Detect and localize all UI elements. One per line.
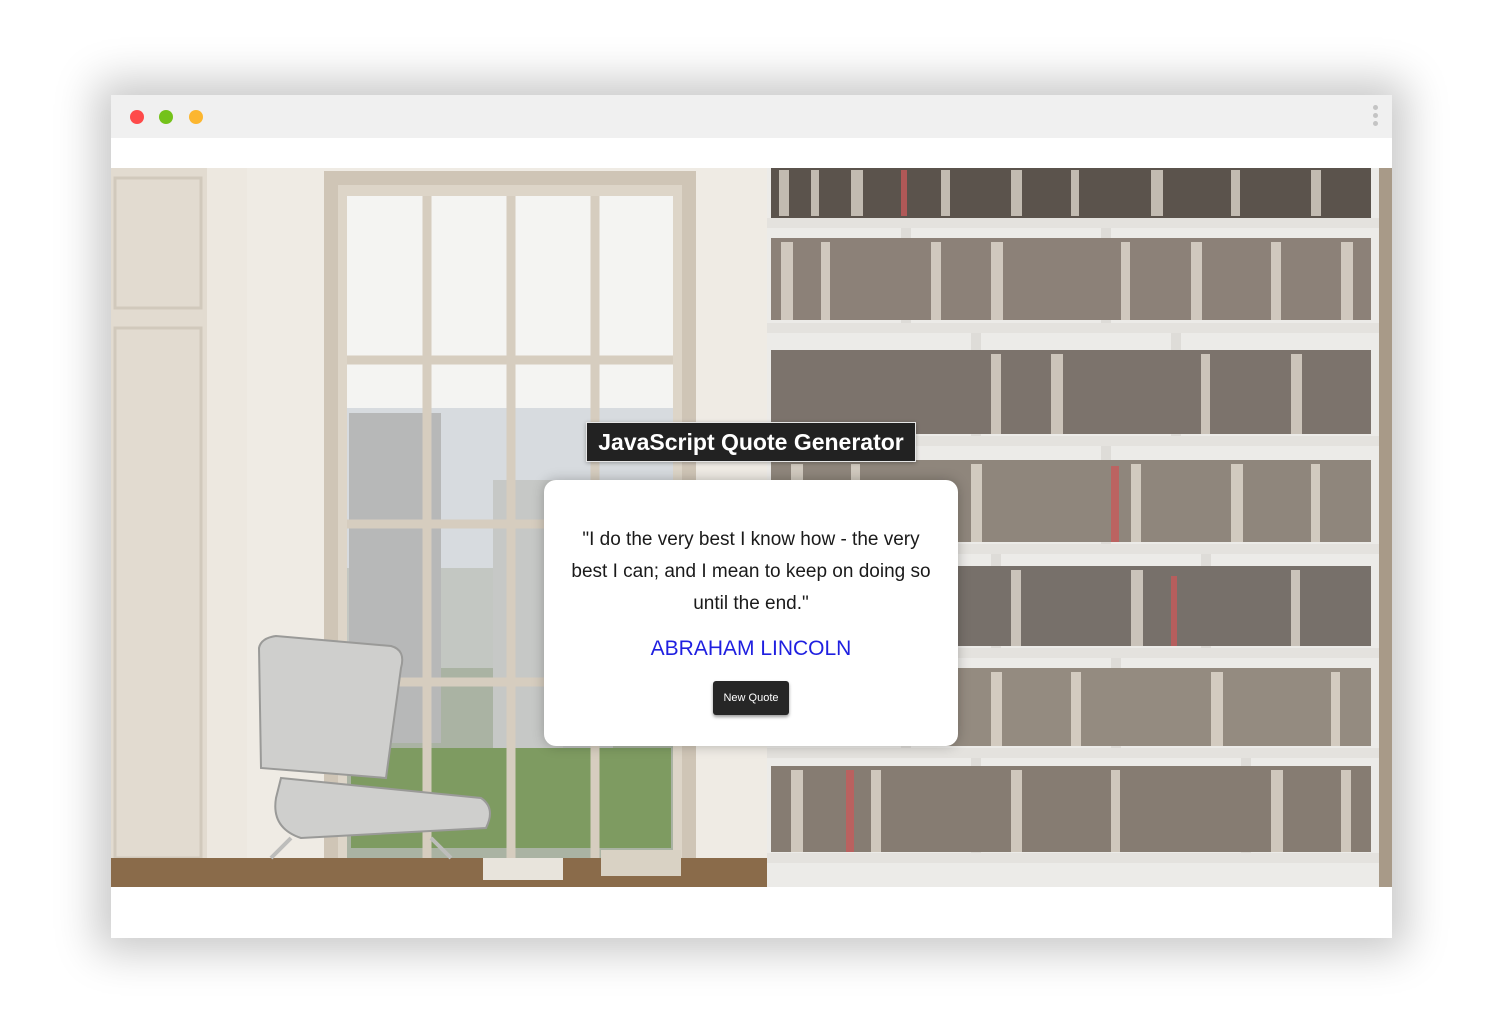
quote-text: "I do the very best I know how - the ver… bbox=[571, 529, 931, 614]
page-title: JavaScript Quote Generator bbox=[586, 422, 916, 462]
minimize-window-button[interactable] bbox=[159, 110, 173, 124]
title-bar bbox=[111, 95, 1392, 138]
page-viewport: JavaScript Quote Generator "I do the ver… bbox=[111, 168, 1392, 887]
zoom-window-button[interactable] bbox=[189, 110, 203, 124]
browser-window: JavaScript Quote Generator "I do the ver… bbox=[111, 95, 1392, 938]
close-window-button[interactable] bbox=[130, 110, 144, 124]
quote-card: "I do the very best I know how - the ver… bbox=[544, 480, 958, 746]
kebab-menu-icon[interactable] bbox=[1372, 105, 1378, 129]
quote-author: ABRAHAM LINCOLN bbox=[650, 637, 852, 660]
new-quote-button[interactable]: New Quote bbox=[713, 681, 789, 715]
